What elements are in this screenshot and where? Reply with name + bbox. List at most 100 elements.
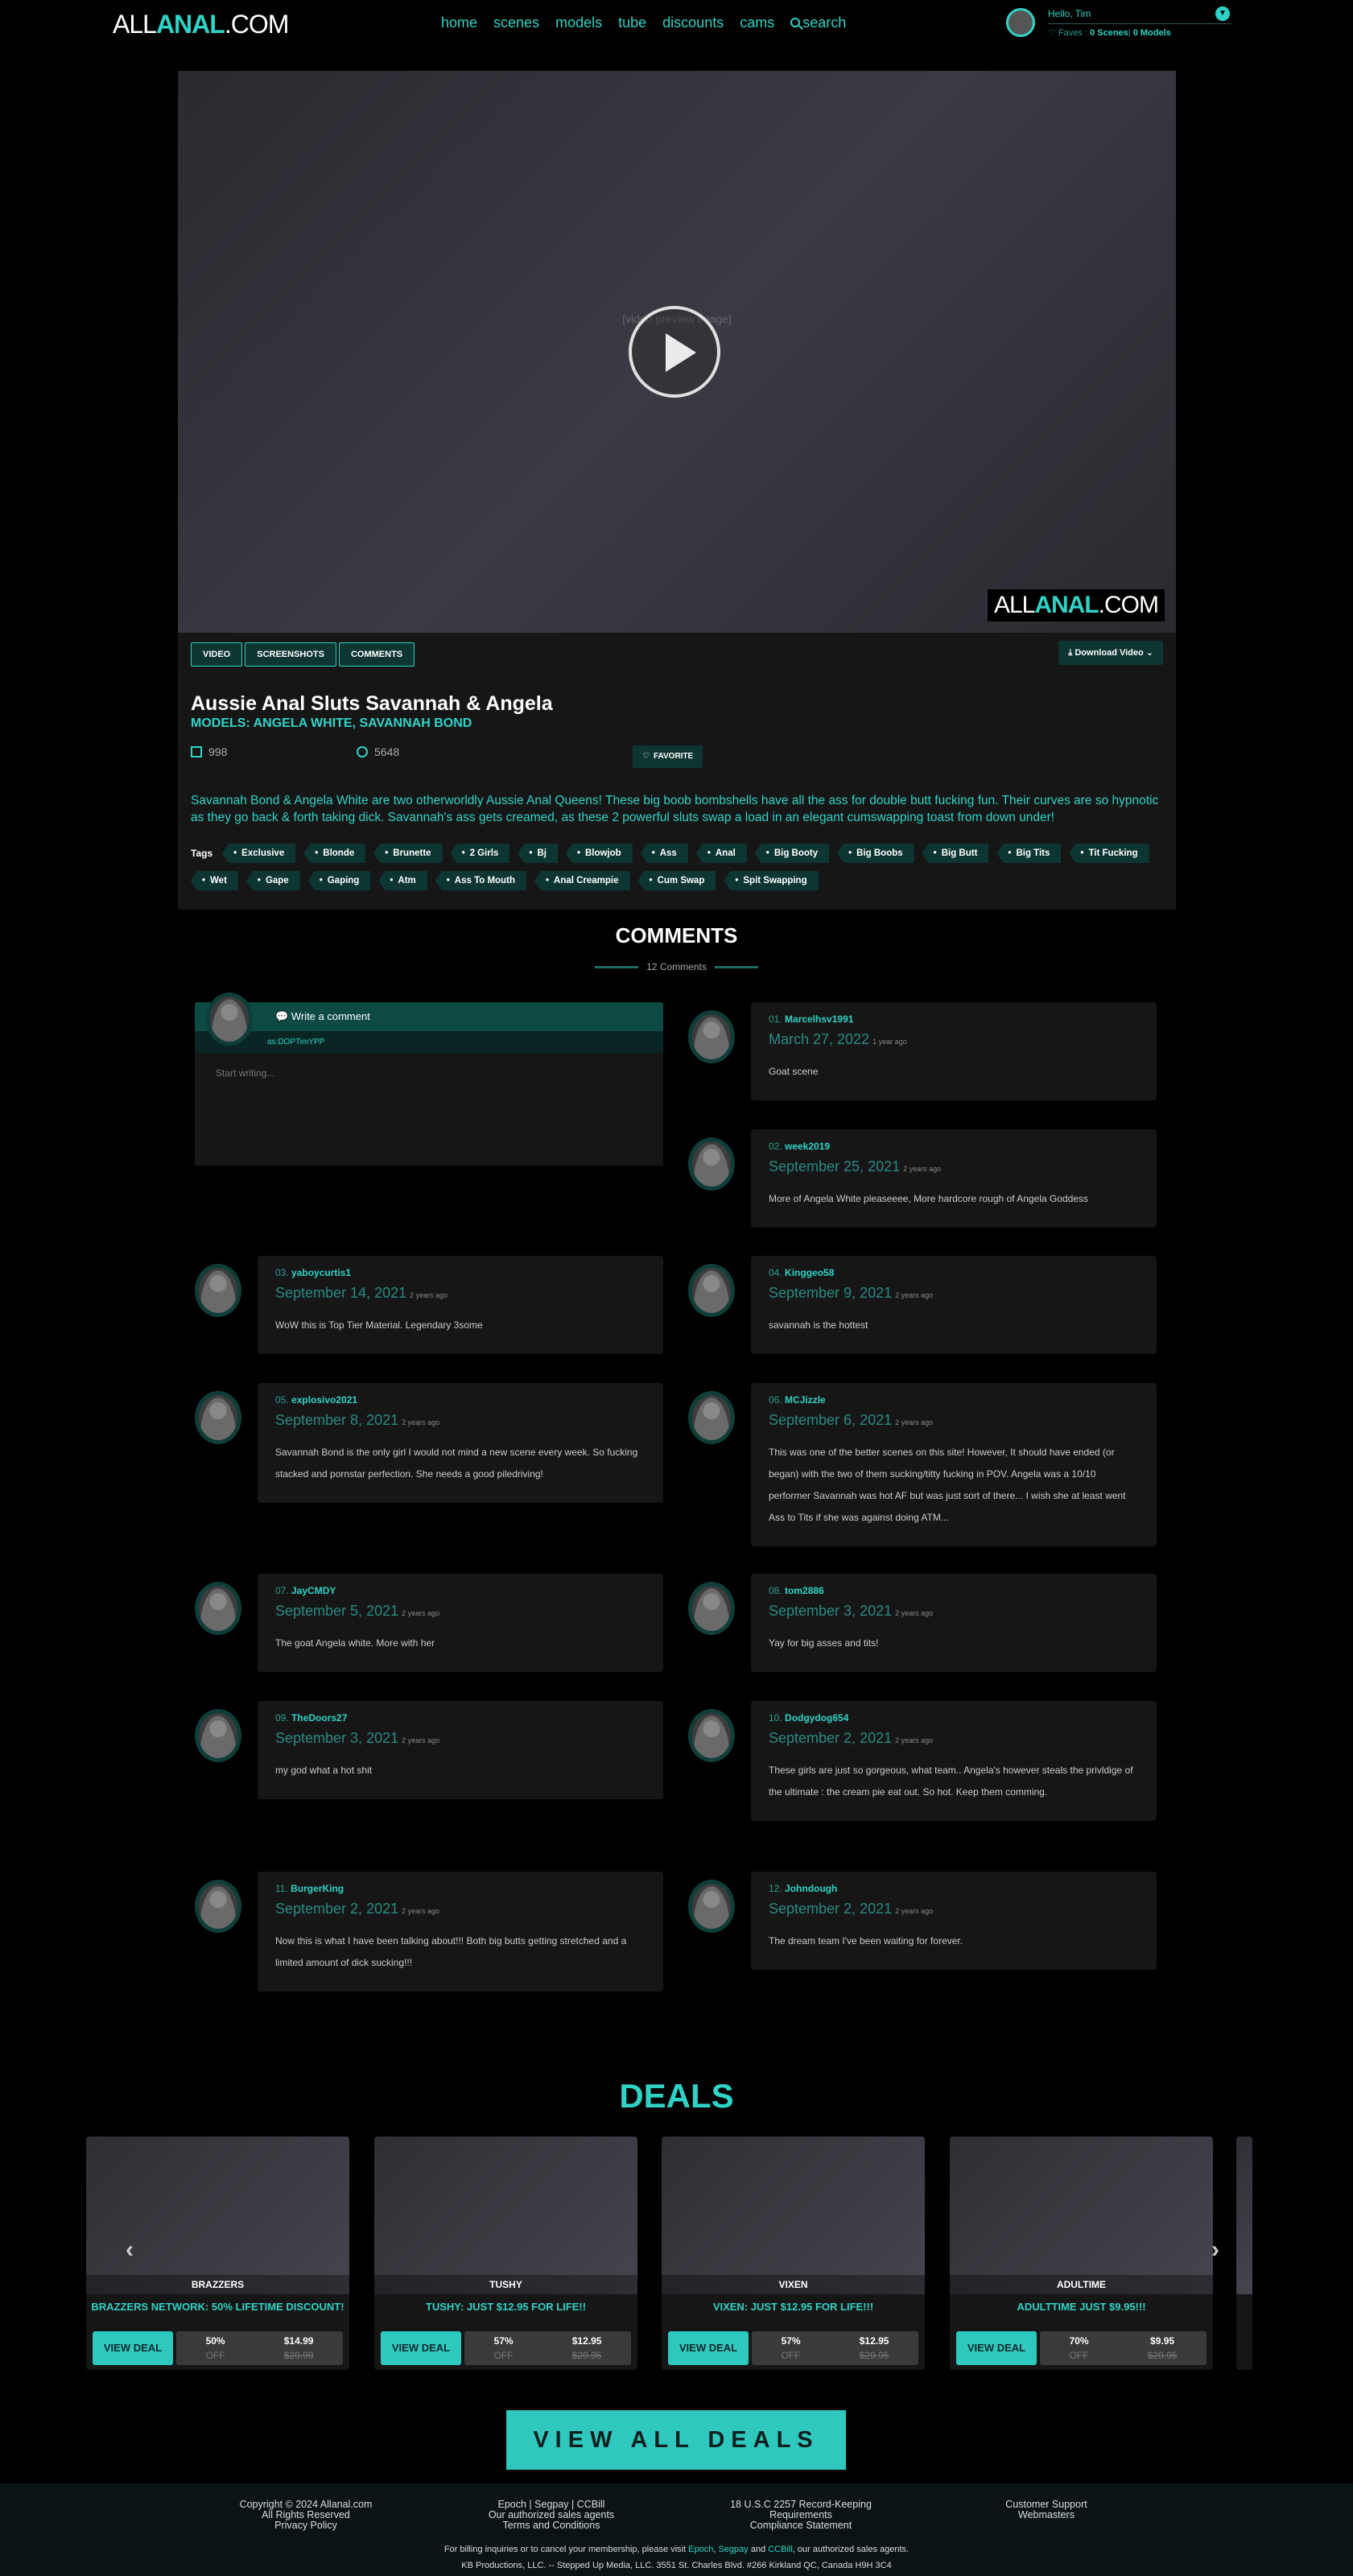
comment-author[interactable]: explosivo2021 xyxy=(291,1394,357,1406)
epoch-link[interactable]: Epoch xyxy=(688,2545,713,2554)
view-deal-button[interactable]: VIEW DEAL xyxy=(668,2331,749,2365)
view-deal-button[interactable]: VIEW DEAL xyxy=(956,2331,1037,2365)
sales-agents-link[interactable]: Epoch | Segpay | CCBill xyxy=(498,2499,605,2510)
tag-chip[interactable]: Big Butt xyxy=(922,844,989,863)
deal-headline[interactable]: ADULTTIME JUST $9.95!!! xyxy=(950,2301,1213,2313)
faves-models-link[interactable]: 0 Models xyxy=(1133,28,1171,38)
image-icon xyxy=(191,746,202,758)
tab-comments[interactable]: COMMENTS xyxy=(338,642,415,667)
avatar xyxy=(195,1709,241,1762)
tag-chip[interactable]: Brunette xyxy=(373,844,443,863)
tag-chip[interactable]: Ass To Mouth xyxy=(435,871,526,890)
tag-chip[interactable]: Exclusive xyxy=(222,844,296,863)
play-button[interactable] xyxy=(629,306,720,398)
comment-author[interactable]: Johndough xyxy=(785,1883,837,1894)
faves-scenes-link[interactable]: 0 Scenes xyxy=(1090,28,1128,38)
tag-chip[interactable]: Big Tits xyxy=(996,844,1062,863)
segpay-link[interactable]: Segpay xyxy=(718,2545,748,2554)
favorite-button[interactable]: ♡ FAVORITE xyxy=(633,745,703,768)
video-player[interactable]: [video preview image] ALLANAL.COM xyxy=(178,71,1176,633)
comment-author[interactable]: Kinggeo58 xyxy=(785,1267,834,1278)
write-comment-box: 💬 Write a comment as:DOPTimYPP xyxy=(195,993,663,1166)
scene-models[interactable]: MODELS: ANGELA WHITE, SAVANNAH BOND xyxy=(191,716,472,731)
comment-author[interactable]: JayCMDY xyxy=(291,1585,336,1596)
deal-brand: TUSHY xyxy=(374,2275,637,2294)
deal-thumbnail[interactable]: TUSHY xyxy=(374,2136,637,2294)
comment-author[interactable]: Dodgydog654 xyxy=(785,1712,848,1724)
comment-author[interactable]: BurgerKing xyxy=(291,1883,344,1894)
tag-chip[interactable]: Blowjob xyxy=(565,844,633,863)
tag-chip[interactable]: Anal xyxy=(695,844,747,863)
deal-headline[interactable]: VIXEN: JUST $12.95 FOR LIFE!!! xyxy=(662,2301,925,2313)
tag-chip[interactable]: Ass xyxy=(640,844,688,863)
comment-author[interactable]: Marcelhsv1991 xyxy=(785,1013,853,1025)
comment-input[interactable] xyxy=(195,1053,663,1166)
site-logo[interactable]: ALLANAL.COM xyxy=(113,10,289,39)
nav-home[interactable]: home xyxy=(441,14,477,31)
tag-chip[interactable]: Wet xyxy=(191,871,238,890)
tag-chip[interactable]: 2 Girls xyxy=(450,844,510,863)
comment-card: 09. TheDoors27 September 3, 2021 2 years a… xyxy=(258,1701,663,1799)
tag-chip[interactable]: Gaping xyxy=(307,871,371,890)
tab-video[interactable]: VIDEO xyxy=(191,642,243,667)
tag-chip[interactable]: Spit Swapping xyxy=(724,871,819,890)
deal-thumbnail[interactable]: VIXEN xyxy=(662,2136,925,2294)
billing-note: For billing inquiries or to cancel your … xyxy=(443,2545,910,2554)
carousel-prev-icon[interactable]: ‹ xyxy=(126,2236,134,2264)
user-menu[interactable]: Hello, Tim ▼ ♡ Faves : 0 Scenes| 0 Model… xyxy=(1006,6,1240,42)
view-deal-button[interactable]: VIEW DEAL xyxy=(381,2331,461,2365)
tag-chip[interactable]: Cum Swap xyxy=(637,871,716,890)
comment-author[interactable]: tom2886 xyxy=(785,1585,824,1596)
footer-col-support: Customer Support Webmasters xyxy=(982,2500,1111,2520)
tag-chip[interactable]: Big Booty xyxy=(754,844,830,863)
tag-chip[interactable]: Anal Creampie xyxy=(534,871,630,890)
comment-author[interactable]: MCJizzle xyxy=(785,1394,826,1406)
deal-prices: 70% OFF $9.95 $29.95 xyxy=(1040,2331,1207,2365)
nav-cams[interactable]: cams xyxy=(740,14,774,31)
comment-author[interactable]: TheDoors27 xyxy=(291,1712,347,1724)
terms-link[interactable]: Terms and Conditions xyxy=(503,2520,600,2531)
customer-support-link[interactable]: Customer Support xyxy=(1005,2499,1087,2510)
webmasters-link[interactable]: Webmasters xyxy=(982,2510,1111,2520)
comment-card: 06. MCJizzle September 6, 2021 2 years ago… xyxy=(751,1383,1157,1546)
nav-tube[interactable]: tube xyxy=(618,14,646,31)
carousel-next-icon[interactable]: › xyxy=(1211,2236,1219,2264)
tab-screenshots[interactable]: SCREENSHOTS xyxy=(245,642,336,667)
deal-thumbnail[interactable]: BRAZZERS xyxy=(86,2136,349,2294)
view-deal-button[interactable]: VIEW DEAL xyxy=(93,2331,173,2365)
tag-chip[interactable]: Atm xyxy=(378,871,427,890)
tag-list: Tags Exclusive Blonde Brunette 2 Girls Bj Blo… xyxy=(191,844,1165,890)
tag-chip[interactable]: Tit Fucking xyxy=(1069,844,1149,863)
comment-author[interactable]: week2019 xyxy=(785,1141,830,1152)
deal-off-label: OFF xyxy=(1069,2350,1089,2361)
comment-card: 11. BurgerKing September 2, 2021 2 years a… xyxy=(258,1872,663,1992)
ccbill-link[interactable]: CCBill xyxy=(768,2545,793,2554)
download-icon: ⤓ xyxy=(1068,648,1073,658)
deal-headline[interactable]: TUSHY: JUST $12.95 FOR LIFE!! xyxy=(374,2301,637,2313)
deal-card-partial xyxy=(1236,2136,1252,2370)
compliance-link[interactable]: Compliance Statement xyxy=(750,2520,852,2531)
comment-age: 2 years ago xyxy=(402,1418,440,1426)
deal-price: $9.95 xyxy=(1150,2335,1175,2347)
comment-author[interactable]: yaboycurtis1 xyxy=(291,1267,351,1278)
scene-title: Aussie Anal Sluts Savannah & Angela xyxy=(191,692,553,715)
tag-chip[interactable]: Big Boobs xyxy=(837,844,914,863)
nav-scenes[interactable]: scenes xyxy=(493,14,539,31)
nav-models[interactable]: models xyxy=(555,14,602,31)
privacy-policy-link[interactable]: Privacy Policy xyxy=(274,2520,337,2531)
record-keeping-link[interactable]: 18 U.S.C 2257 Record-Keeping xyxy=(730,2499,872,2510)
deal-headline[interactable]: BRAZZERS NETWORK: 50% LIFETIME DISCOUNT! xyxy=(86,2301,349,2313)
tag-chip[interactable]: Bj xyxy=(518,844,558,863)
deal-thumbnail[interactable]: ADULTIME xyxy=(950,2136,1213,2294)
nav-search[interactable]: search xyxy=(790,14,846,31)
tag-chip[interactable]: Blonde xyxy=(303,844,366,863)
chevron-down-icon[interactable]: ▼ xyxy=(1215,6,1230,21)
user-avatar[interactable] xyxy=(1006,8,1035,37)
deal-old-price: $29.99 xyxy=(283,2350,314,2361)
nav-discounts[interactable]: discounts xyxy=(662,14,724,31)
download-video-button[interactable]: ⤓ Download Video ⌄ xyxy=(1058,641,1163,665)
comment-number: 07. xyxy=(275,1585,289,1596)
view-all-deals-button[interactable]: VIEW ALL DEALS xyxy=(506,2410,846,2470)
tag-chip[interactable]: Gape xyxy=(245,871,300,890)
deals-heading: DEALS xyxy=(619,2077,734,2115)
